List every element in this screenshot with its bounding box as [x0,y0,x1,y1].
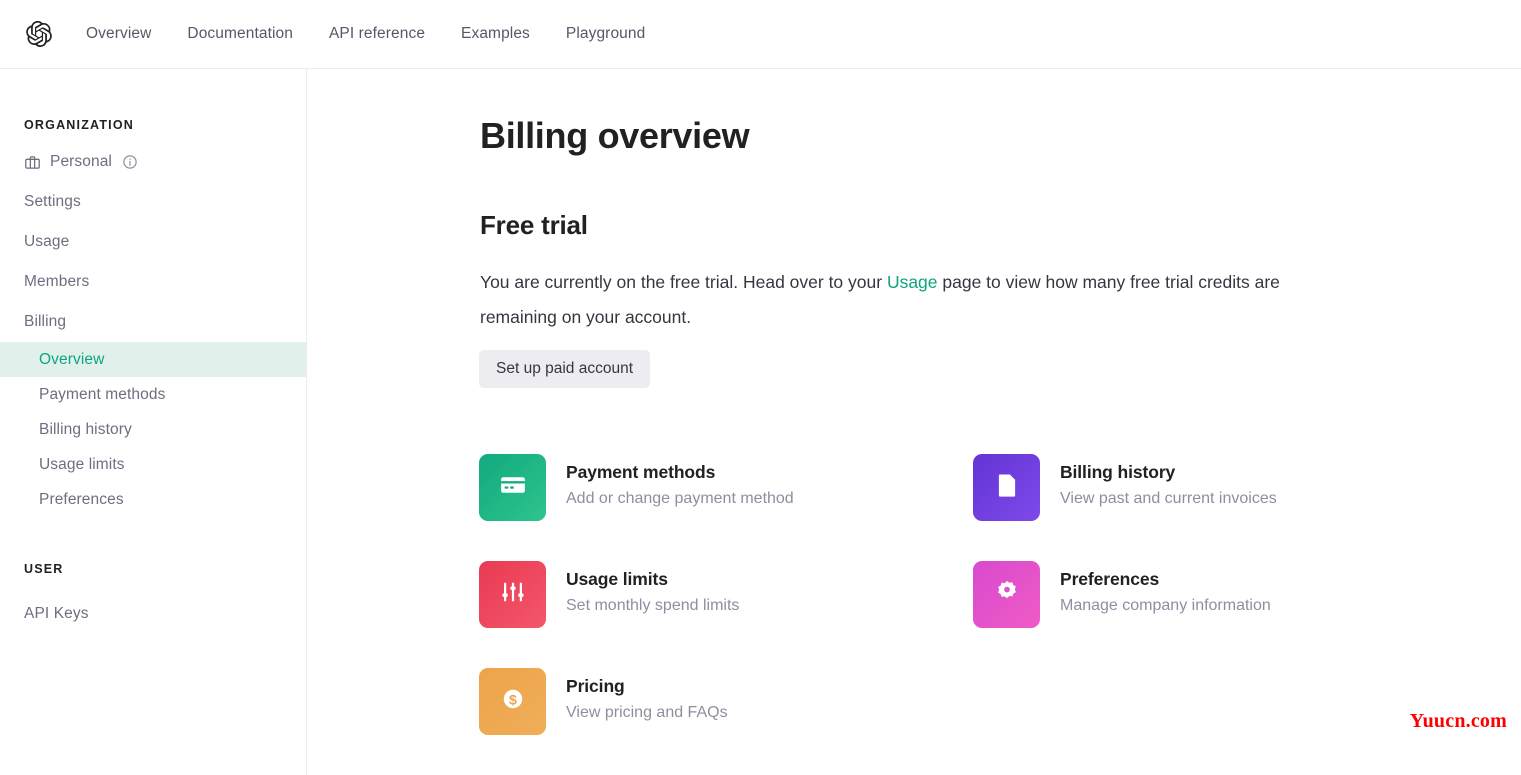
sidebar: ORGANIZATION Personal Settings Usage Mem… [0,69,307,775]
card-preferences-text: Preferences Manage company information [1060,557,1271,617]
sidebar-subitem-overview[interactable]: Overview [0,342,306,377]
payment-methods-tile [479,454,546,521]
sidebar-item-api-keys-label: API Keys [24,605,89,622]
sidebar-subitem-payment-methods[interactable]: Payment methods [0,377,306,412]
sidebar-item-members[interactable]: Members [0,262,306,302]
svg-text:$: $ [509,692,517,708]
card-preferences-subtitle: Manage company information [1060,597,1271,614]
billing-history-tile [973,454,1040,521]
sidebar-item-personal-label: Personal [50,153,112,170]
card-pricing-title: Pricing [566,676,625,696]
info-circle-icon[interactable] [122,154,138,170]
card-payment-methods[interactable]: Payment methods Add or change payment me… [479,450,973,557]
openai-logo-icon[interactable] [26,21,52,47]
sidebar-item-personal[interactable]: Personal [0,142,306,182]
sidebar-item-usage-label: Usage [24,233,70,250]
card-payment-methods-subtitle: Add or change payment method [566,490,794,507]
set-up-paid-account-button[interactable]: Set up paid account [479,350,651,388]
sidebar-heading-user: USER [24,562,64,576]
sidebar-subitem-payment-methods-label: Payment methods [39,385,166,403]
card-usage-limits-title: Usage limits [566,569,668,589]
nav-link-overview[interactable]: Overview [86,25,151,43]
quick-links-grid: Payment methods Add or change payment me… [479,450,1479,771]
nav-link-playground[interactable]: Playground [566,25,645,43]
sidebar-item-billing-label: Billing [24,313,67,330]
nav-link-documentation[interactable]: Documentation [187,25,293,43]
top-navigation-bar: Overview Documentation API reference Exa… [0,0,1521,69]
card-payment-methods-title: Payment methods [566,462,716,482]
section-title-free-trial: Free trial [480,210,588,240]
free-trial-text-before-link: You are currently on the free trial. Hea… [480,272,887,292]
sliders-icon [499,578,527,611]
sidebar-subitem-billing-history-label: Billing history [39,420,132,438]
sidebar-subitem-billing-history[interactable]: Billing history [0,412,306,447]
sidebar-subitem-usage-limits[interactable]: Usage limits [0,447,306,482]
nav-link-examples[interactable]: Examples [461,25,530,43]
briefcase-icon [24,154,41,171]
sidebar-item-api-keys[interactable]: API Keys [0,594,306,634]
card-pricing-text: Pricing View pricing and FAQs [566,664,728,724]
card-usage-limits-subtitle: Set monthly spend limits [566,597,740,614]
card-usage-limits-text: Usage limits Set monthly spend limits [566,557,739,617]
dollar-coin-icon: $ [498,684,528,719]
gear-icon [993,578,1021,611]
card-billing-history-text: Billing history View past and current in… [1060,450,1277,510]
sidebar-item-billing[interactable]: Billing [0,302,306,342]
card-pricing-subtitle: View pricing and FAQs [566,704,728,721]
preferences-tile [973,561,1040,628]
credit-card-icon [498,470,528,505]
card-preferences[interactable]: Preferences Manage company information [973,557,1467,664]
card-pricing[interactable]: $ Pricing View pricing and FAQs [479,664,973,771]
sidebar-item-usage[interactable]: Usage [0,222,306,262]
usage-link[interactable]: Usage [887,272,938,292]
usage-limits-tile [479,561,546,628]
nav-links: Overview Documentation API reference Exa… [86,25,645,43]
document-icon [992,470,1022,505]
card-billing-history-subtitle: View past and current invoices [1060,490,1277,507]
free-trial-description: You are currently on the free trial. Hea… [480,265,1280,335]
card-payment-methods-text: Payment methods Add or change payment me… [566,450,794,510]
sidebar-item-settings[interactable]: Settings [0,182,306,222]
pricing-tile: $ [479,668,546,735]
sidebar-subitem-overview-label: Overview [39,350,105,368]
main-content: Billing overview Free trial You are curr… [307,69,1521,775]
card-billing-history-title: Billing history [1060,462,1176,482]
page-title: Billing overview [480,115,750,156]
card-billing-history[interactable]: Billing history View past and current in… [973,450,1467,557]
watermark: Yuucn.com [1409,710,1507,732]
nav-link-api-reference[interactable]: API reference [329,25,425,43]
sidebar-item-members-label: Members [24,273,90,290]
sidebar-subitem-preferences-label: Preferences [39,490,124,508]
sidebar-subitem-usage-limits-label: Usage limits [39,455,125,473]
card-usage-limits[interactable]: Usage limits Set monthly spend limits [479,557,973,664]
sidebar-heading-organization: ORGANIZATION [24,118,134,132]
card-preferences-title: Preferences [1060,569,1160,589]
sidebar-item-settings-label: Settings [24,193,81,210]
sidebar-subitem-preferences[interactable]: Preferences [0,482,306,517]
